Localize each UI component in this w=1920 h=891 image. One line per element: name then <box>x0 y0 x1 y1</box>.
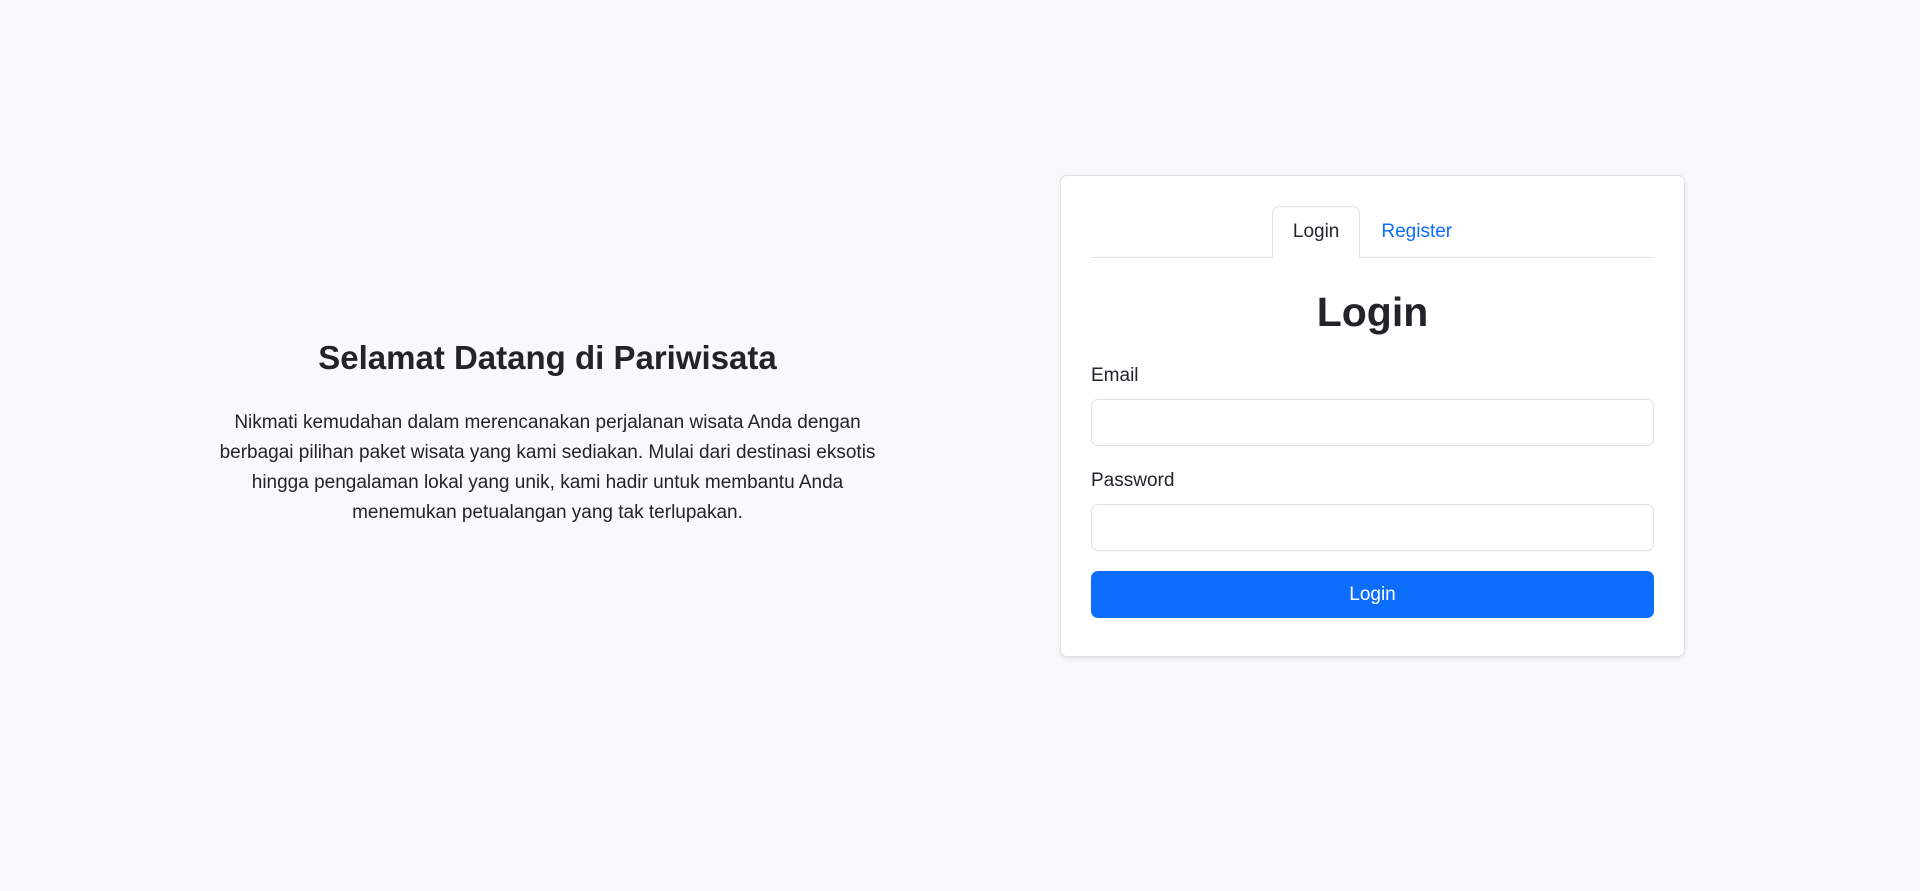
auth-tabs: Login Register <box>1091 176 1654 258</box>
welcome-description: Nikmati kemudahan dalam merencanakan per… <box>219 411 876 523</box>
page: Selamat Datang di Pariwisata Nikmati kem… <box>0 0 1920 891</box>
password-field[interactable] <box>1091 504 1654 551</box>
welcome-title: Selamat Datang di Pariwisata <box>318 339 777 376</box>
auth-card: Login Register Login Email Password Logi… <box>1060 175 1685 657</box>
email-field[interactable] <box>1091 399 1654 446</box>
email-group: Email <box>1091 365 1654 446</box>
login-button[interactable]: Login <box>1091 571 1654 618</box>
tab-login[interactable]: Login <box>1271 206 1361 258</box>
password-label: Password <box>1091 470 1175 491</box>
tab-register[interactable]: Register <box>1360 206 1473 258</box>
welcome-section: Selamat Datang di Pariwisata Nikmati kem… <box>200 338 895 528</box>
email-label: Email <box>1091 365 1139 386</box>
login-title: Login <box>1316 289 1429 335</box>
password-group: Password <box>1091 470 1654 551</box>
